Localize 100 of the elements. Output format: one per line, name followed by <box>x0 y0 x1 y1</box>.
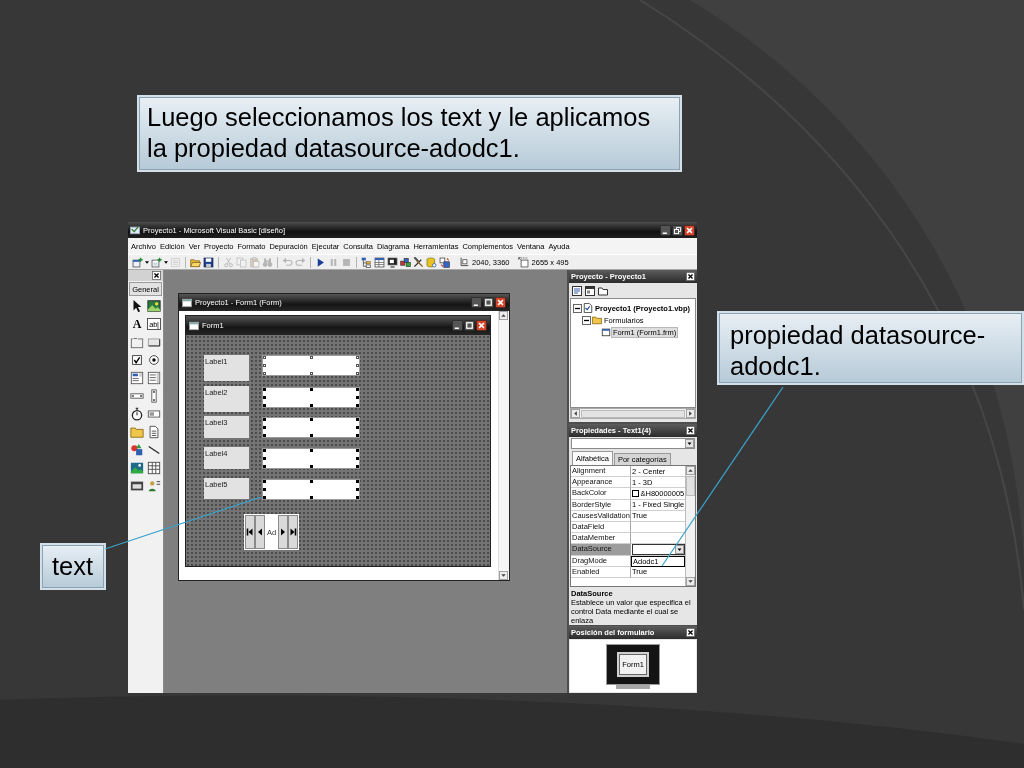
code-view-icon[interactable] <box>572 285 582 296</box>
selection-handle-icon[interactable] <box>356 364 359 367</box>
selection-handle-icon[interactable] <box>309 434 313 437</box>
collapse-icon[interactable] <box>573 303 582 313</box>
monitor-icon[interactable] <box>387 256 398 268</box>
caret-icon[interactable] <box>675 544 684 554</box>
value-dropdown[interactable] <box>632 543 685 555</box>
vertical-scrollbar[interactable] <box>685 466 695 586</box>
selection-handle-icon[interactable] <box>263 396 266 399</box>
checkbox-icon[interactable] <box>130 353 144 367</box>
selection-handle-icon[interactable] <box>263 426 266 429</box>
line-icon[interactable] <box>147 443 161 457</box>
window-plus-icon[interactable] <box>132 256 143 268</box>
back-icon[interactable] <box>255 515 265 549</box>
drive-list-icon[interactable] <box>147 407 161 421</box>
scroll-up-icon[interactable] <box>686 466 695 475</box>
selection-handle-icon[interactable] <box>356 418 359 421</box>
combo-box-icon[interactable] <box>130 371 144 385</box>
close-icon[interactable] <box>684 224 695 236</box>
caret-icon[interactable] <box>145 260 149 264</box>
caret-icon[interactable] <box>685 439 694 448</box>
selection-handle-icon[interactable] <box>309 356 313 359</box>
vertical-scrollbar[interactable] <box>498 311 509 580</box>
selection-handle-icon[interactable] <box>356 449 359 452</box>
scroll-left-icon[interactable] <box>571 409 580 418</box>
scroll-up-icon[interactable] <box>499 311 508 320</box>
image-icon[interactable] <box>130 461 144 475</box>
component-icon[interactable] <box>439 256 450 268</box>
ole-icon[interactable] <box>130 479 144 493</box>
selection-handle-icon[interactable] <box>309 372 313 375</box>
selection-handle-icon[interactable] <box>356 356 359 359</box>
selection-handle-icon[interactable] <box>263 404 266 407</box>
selection-handle-icon[interactable] <box>356 388 359 391</box>
scroll-down-icon[interactable] <box>499 571 508 580</box>
scroll-down-icon[interactable] <box>686 577 695 586</box>
selection-handle-icon[interactable] <box>309 496 313 499</box>
selection-handle-icon[interactable] <box>356 488 359 491</box>
frame-icon[interactable] <box>130 335 144 349</box>
selection-handle-icon[interactable] <box>263 496 266 499</box>
selection-handle-icon[interactable] <box>263 465 266 468</box>
selection-handle-icon[interactable] <box>263 356 266 359</box>
selection-handle-icon[interactable] <box>263 388 266 391</box>
shapes-icon[interactable] <box>130 443 144 457</box>
selection-handle-icon[interactable] <box>356 457 359 460</box>
selection-handle-icon[interactable] <box>309 388 313 391</box>
close-icon[interactable] <box>495 297 506 308</box>
selection-handle-icon[interactable] <box>263 449 266 452</box>
close-icon[interactable] <box>686 272 695 281</box>
form-view-icon[interactable] <box>585 285 595 296</box>
selection-handle-icon[interactable] <box>356 496 359 499</box>
restore-icon[interactable] <box>672 224 683 236</box>
selection-handle-icon[interactable] <box>263 372 266 375</box>
selection-handle-icon[interactable] <box>356 372 359 375</box>
object-browser-icon[interactable] <box>400 256 411 268</box>
caret-icon[interactable] <box>164 260 168 264</box>
scrollbar-thumb[interactable] <box>686 476 695 496</box>
play-icon[interactable] <box>315 256 326 268</box>
list-box-icon[interactable] <box>147 371 161 385</box>
hammer-wrench-icon[interactable] <box>413 256 424 268</box>
selection-handle-icon[interactable] <box>263 488 266 491</box>
skip-start-icon[interactable] <box>245 515 255 549</box>
selection-handle-icon[interactable] <box>309 418 313 421</box>
data-control-icon[interactable] <box>147 479 161 493</box>
stopwatch-icon[interactable] <box>130 407 144 421</box>
scrollbar-thumb[interactable] <box>581 409 685 418</box>
forward-icon[interactable] <box>278 515 288 549</box>
minimize-icon[interactable] <box>471 297 482 308</box>
minimize-icon[interactable] <box>452 320 463 331</box>
form-plus-icon[interactable] <box>151 256 162 268</box>
selection-handle-icon[interactable] <box>356 480 359 483</box>
textbox-control[interactable] <box>262 448 360 469</box>
grid-icon[interactable] <box>147 461 161 475</box>
close-icon[interactable] <box>152 271 161 280</box>
letter-a-icon[interactable]: A <box>130 317 144 331</box>
document-icon[interactable] <box>147 425 161 439</box>
radio-button-icon[interactable] <box>147 353 161 367</box>
selection-handle-icon[interactable] <box>309 480 313 483</box>
selection-handle-icon[interactable] <box>309 465 313 468</box>
close-icon[interactable] <box>686 628 695 637</box>
selection-handle-icon[interactable] <box>309 449 313 452</box>
project-explorer-icon[interactable] <box>361 256 372 268</box>
textbox-control[interactable] <box>262 355 360 376</box>
selection-handle-icon[interactable] <box>356 465 359 468</box>
textbox-control[interactable] <box>262 417 360 438</box>
command-button-icon[interactable] <box>147 335 161 349</box>
selection-handle-icon[interactable] <box>263 364 266 367</box>
horizontal-scrollbar[interactable] <box>570 408 696 419</box>
maximize-icon[interactable] <box>483 297 494 308</box>
textbox-control[interactable] <box>262 387 360 408</box>
folder-icon[interactable] <box>598 285 608 296</box>
minimize-icon[interactable] <box>660 224 671 236</box>
properties-window-icon[interactable] <box>374 256 385 268</box>
selection-handle-icon[interactable] <box>309 404 313 407</box>
selection-handle-icon[interactable] <box>263 457 266 460</box>
selection-handle-icon[interactable] <box>356 434 359 437</box>
textbox-control[interactable] <box>262 479 360 500</box>
selection-handle-icon[interactable] <box>356 396 359 399</box>
picture-icon[interactable] <box>147 299 161 313</box>
selection-handle-icon[interactable] <box>356 426 359 429</box>
scroll-right-icon[interactable] <box>686 409 695 418</box>
